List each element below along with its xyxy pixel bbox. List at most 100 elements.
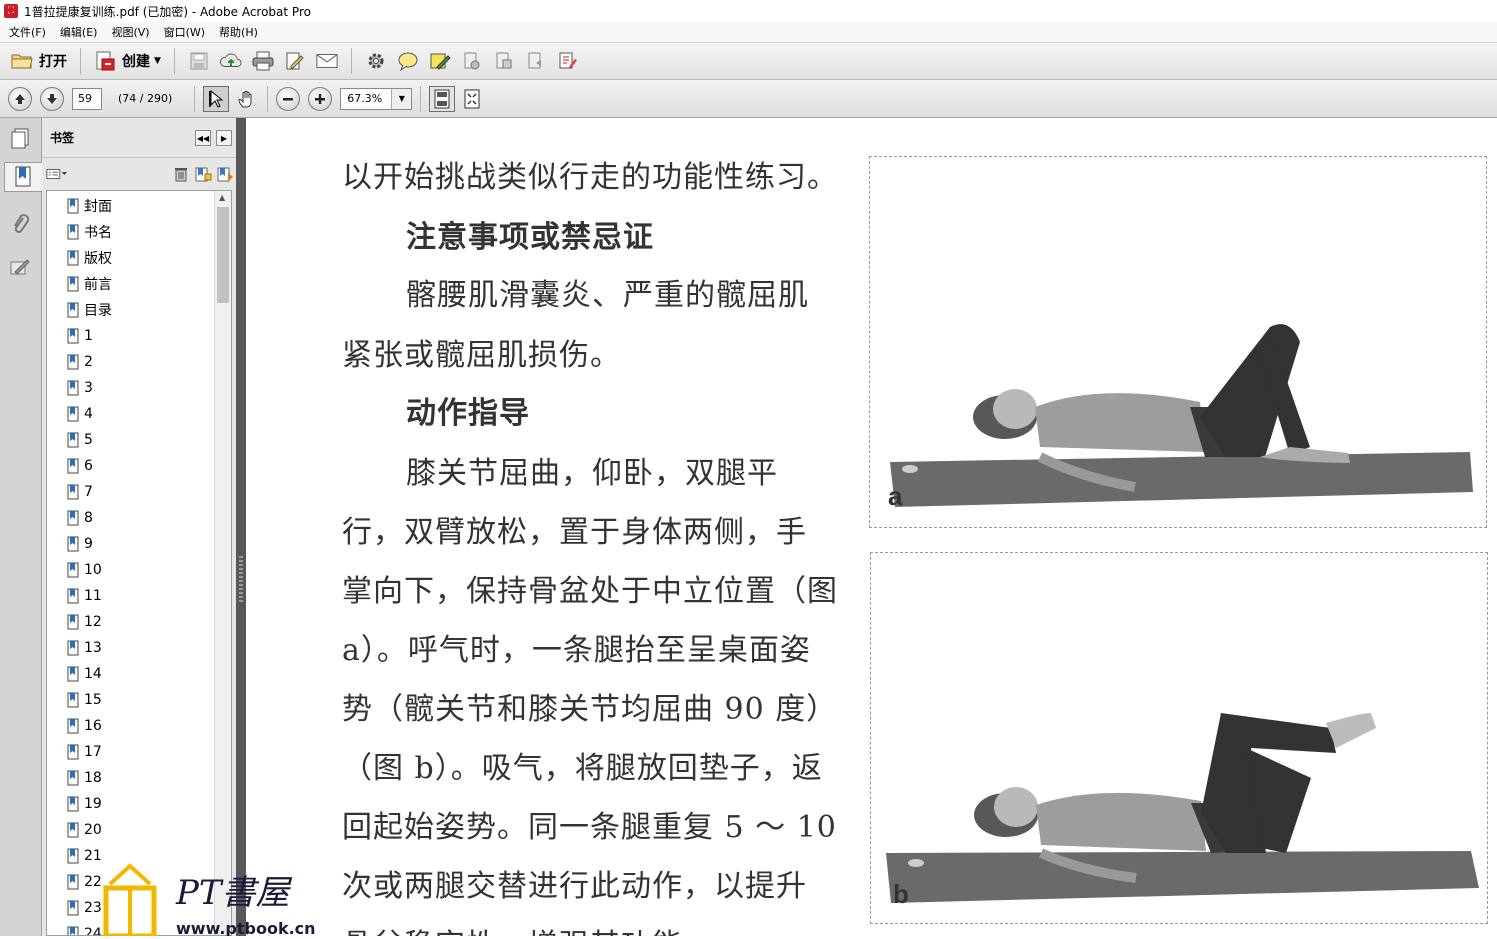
bookmark-item[interactable]: 版权 [67,247,112,269]
zoom-out-button[interactable] [276,86,301,111]
menu-edit[interactable]: 编辑(E) [53,24,105,40]
zoom-in-button[interactable] [308,86,333,111]
scroll-up-icon[interactable]: ▲ [219,193,225,202]
zoom-select[interactable]: 67.3% ▼ [340,87,413,110]
bookmark-item[interactable]: 11 [67,585,102,607]
exercise-photo-a [890,324,1473,507]
print-button[interactable] [247,47,279,75]
comment-button[interactable] [392,47,424,75]
bookmark-item[interactable]: 21 [67,845,102,867]
bookmark-label: 24 [84,926,102,936]
scroll-thumb[interactable] [217,207,229,303]
bookmark-page-icon [67,926,79,935]
bookmark-item[interactable]: 8 [67,507,93,529]
bookmarks-button[interactable] [4,162,42,192]
bookmark-label: 3 [84,380,93,396]
upload-button[interactable] [215,47,247,75]
page-number-input[interactable]: 59 [72,87,102,110]
bookmark-item[interactable]: 23 [67,897,102,919]
bookmark-item[interactable]: 目录 [67,299,112,321]
bookmark-item[interactable]: 13 [67,637,102,659]
bookmark-label: 6 [84,458,93,474]
bookmark-item[interactable]: 1 [67,325,93,347]
bookmark-page-icon [67,744,79,760]
highlight-button[interactable] [424,47,456,75]
bookmark-label: 16 [84,718,102,734]
collapse-panel-icon[interactable]: ◀◀ [195,130,211,146]
figure-b: b [870,552,1488,924]
export-button[interactable] [520,47,552,75]
bookmark-item[interactable]: 12 [67,611,102,633]
bookmark-label: 7 [84,484,93,500]
create-button[interactable]: 创建 ▼ [89,47,166,75]
menu-window[interactable]: 窗口(W) [157,24,212,40]
bookmark-item[interactable]: 4 [67,403,93,425]
settings-button[interactable] [360,47,392,75]
bookmark-item[interactable]: 24 [67,923,102,936]
edit-button[interactable] [279,47,311,75]
bookmark-item[interactable]: 15 [67,689,102,711]
doc-line: 行，双臂放松，置于身体两侧，手 [342,515,807,550]
bookmark-item[interactable]: 5 [67,429,93,451]
bookmark-item[interactable]: 6 [67,455,93,477]
bookmark-item[interactable]: 18 [67,767,102,789]
bookmark-item[interactable]: 书名 [67,221,112,243]
hand-icon [238,90,252,107]
bookmark-page-icon [67,822,79,838]
bookmark-label: 5 [84,432,93,448]
bookmark-item[interactable]: 2 [67,351,93,373]
open-button[interactable]: 打开 [6,47,72,75]
bookmark-item[interactable]: 16 [67,715,102,737]
menu-view[interactable]: 视图(V) [104,24,156,40]
bookmark-item[interactable]: 20 [67,819,102,841]
bookmark-item[interactable]: 3 [67,377,93,399]
chevron-down-icon[interactable]: ▼ [391,88,412,109]
previous-page-button[interactable] [8,86,32,111]
select-tool-button[interactable] [203,85,230,112]
expand-bookmark-icon[interactable] [214,163,236,185]
secure-button[interactable] [456,47,488,75]
bookmark-list[interactable]: 封面 书名 版权 前言 目录 1 2 3 4 5 6 7 8 9 10 11 12 13 14 15 16 17 18 19 2… [46,190,232,936]
full-screen-button[interactable] [461,85,483,113]
bookmark-item[interactable]: 9 [67,533,93,555]
menu-file[interactable]: 文件(F) [2,24,53,40]
form-button[interactable] [552,47,584,75]
doc-line: 回起始姿势。同一条腿重复 5 ～ 10 [342,810,837,845]
bookmark-item[interactable]: 17 [67,741,102,763]
attachments-button[interactable] [7,210,33,240]
new-bookmark-icon[interactable] [192,163,214,185]
doc-line: 以开始挑战类似行走的功能性练习。 [342,160,838,195]
document-view[interactable]: 以开始挑战类似行走的功能性练习。 注意事项或禁忌证 髂腰肌滑囊炎、严重的髋屈肌 … [246,118,1497,936]
save-button[interactable] [183,47,215,75]
bookmark-label: 21 [84,848,102,864]
bookmarks-panel-header: 书签 ◀◀ ▶ [42,118,236,158]
menu-help[interactable]: 帮助(H) [212,24,265,40]
fit-page-button[interactable] [429,85,456,112]
bookmark-item[interactable]: 前言 [67,273,112,295]
signatures-button[interactable] [7,252,33,282]
bookmark-item[interactable]: 7 [67,481,93,503]
bookmark-label: 版权 [84,251,112,267]
splitter-grip-icon[interactable] [239,556,243,602]
email-button[interactable] [311,47,343,75]
panel-splitter[interactable] [236,118,246,936]
bookmark-scrollbar[interactable]: ▲ [214,191,231,935]
minus-icon [283,97,294,100]
toolbar-separator [194,85,196,112]
hand-tool-button[interactable] [235,85,259,113]
bookmark-item[interactable]: 14 [67,663,102,685]
next-page-button[interactable] [40,86,64,111]
bookmark-item[interactable]: 22 [67,871,102,893]
bookmark-page-icon [67,510,79,526]
create-pdf-icon [94,50,116,72]
bookmark-item[interactable]: 封面 [67,195,112,217]
bookmark-item[interactable]: 10 [67,559,102,581]
bookmark-item[interactable]: 19 [67,793,102,815]
page-thumbnails-button[interactable] [7,124,33,154]
sign-button[interactable] [488,47,520,75]
bookmark-page-icon [67,874,79,890]
options-menu-icon[interactable] [46,163,68,185]
bookmark-page-icon [67,770,79,786]
trash-icon[interactable] [170,163,192,185]
panel-menu-icon[interactable]: ▶ [216,130,232,146]
